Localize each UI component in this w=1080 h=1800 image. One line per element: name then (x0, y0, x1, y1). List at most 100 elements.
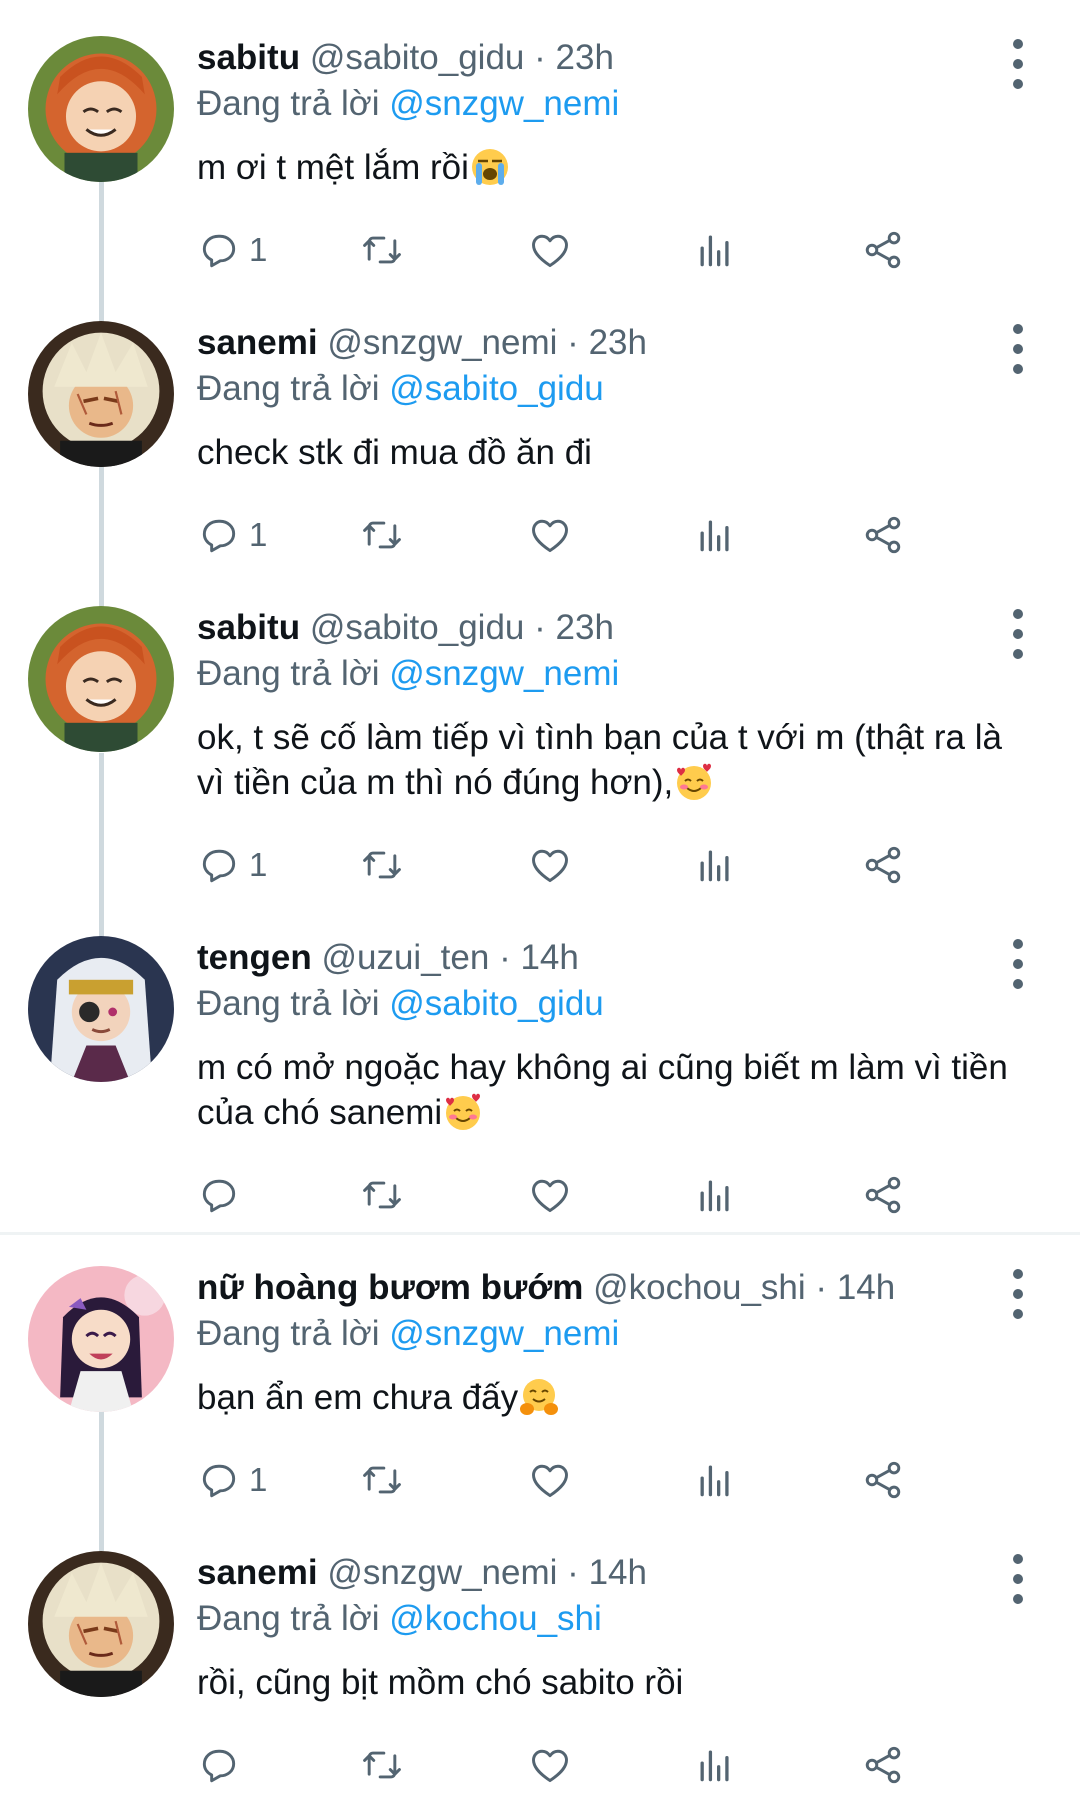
tweet-header: sabitu @sabito_gidu · 23h (197, 36, 614, 80)
views-icon (700, 520, 729, 552)
user-handle[interactable]: @sabito_gidu (310, 608, 525, 647)
share-button[interactable] (861, 222, 905, 278)
tweet-text: ok, t sẽ cố làm tiếp vì tình bạn của t v… (197, 715, 1027, 805)
reply-button[interactable] (197, 1737, 249, 1793)
user-handle[interactable]: @uzui_ten (321, 938, 489, 977)
reply-mention-link[interactable]: @snzgw_nemi (389, 1314, 619, 1353)
replying-to: Đang trả lời @sabito_gidu (197, 982, 604, 1026)
like-icon (532, 519, 568, 553)
reply-button[interactable]: 1 (197, 507, 267, 563)
share-button[interactable] (861, 507, 905, 563)
reply-button[interactable]: 1 (197, 222, 267, 278)
tweet[interactable]: nữ hoàng bươm bướm @kochou_shi · 14h Đan… (0, 1230, 1080, 1515)
replying-to: Đang trả lời @sabito_gidu (197, 367, 604, 411)
retweet-button[interactable] (360, 507, 404, 563)
user-handle[interactable]: @sabito_gidu (310, 38, 525, 77)
avatar[interactable] (28, 321, 174, 467)
more-options-icon[interactable] (1000, 1549, 1036, 1609)
views-button[interactable] (693, 222, 737, 278)
user-handle[interactable]: @kochou_shi (593, 1268, 806, 1307)
avatar[interactable] (28, 36, 174, 182)
views-button[interactable] (693, 1167, 737, 1223)
avatar[interactable] (28, 936, 174, 1082)
display-name[interactable]: sanemi (197, 1553, 318, 1592)
retweet-icon (363, 521, 401, 549)
shinobu-avatar (28, 1266, 174, 1412)
share-button[interactable] (861, 1452, 905, 1508)
views-button[interactable] (693, 1737, 737, 1793)
retweet-button[interactable] (360, 837, 404, 893)
views-button[interactable] (693, 507, 737, 563)
user-handle[interactable]: @snzgw_nemi (327, 1553, 557, 1592)
tweet[interactable]: tengen @uzui_ten · 14h Đang trả lời @sab… (0, 900, 1080, 1230)
timestamp[interactable]: 23h (556, 608, 614, 647)
more-options-icon[interactable] (1000, 604, 1036, 664)
like-icon (532, 1464, 568, 1498)
replying-to: Đang trả lời @kochou_shi (197, 1597, 602, 1641)
timestamp[interactable]: 14h (589, 1553, 647, 1592)
reply-count: 1 (249, 1461, 268, 1498)
more-options-icon[interactable] (1000, 934, 1036, 994)
tweet[interactable]: sabitu @sabito_gidu · 23h Đang trả lời @… (0, 570, 1080, 900)
avatar[interactable] (28, 1266, 174, 1412)
more-options-icon[interactable] (1000, 319, 1036, 379)
retweet-button[interactable] (360, 1167, 404, 1223)
like-button[interactable] (528, 1452, 572, 1508)
like-button[interactable] (528, 507, 572, 563)
reply-icon (202, 1464, 236, 1498)
tweet-text-content: ok, t sẽ cố làm tiếp vì tình bạn của t v… (197, 718, 1002, 802)
retweet-button[interactable] (360, 222, 404, 278)
display-name[interactable]: sabitu (197, 38, 300, 77)
timestamp[interactable]: 23h (589, 323, 647, 362)
tweet-actions: 1 (197, 837, 1027, 893)
reply-mention-link[interactable]: @kochou_shi (389, 1599, 602, 1638)
reply-button[interactable]: 1 (197, 1452, 267, 1508)
like-button[interactable] (528, 1167, 572, 1223)
user-handle[interactable]: @snzgw_nemi (327, 323, 557, 362)
retweet-icon (363, 1466, 401, 1494)
reply-button[interactable]: 1 (197, 837, 267, 893)
reply-mention-link[interactable]: @sabito_gidu (389, 984, 604, 1023)
retweet-button[interactable] (360, 1737, 404, 1793)
views-button[interactable] (693, 837, 737, 893)
avatar[interactable] (28, 1551, 174, 1697)
tweet[interactable]: sabitu @sabito_gidu · 23h Đang trả lời @… (0, 0, 1080, 285)
tweet[interactable]: sanemi @snzgw_nemi · 14h Đang trả lời @k… (0, 1515, 1080, 1800)
share-button[interactable] (861, 837, 905, 893)
reply-mention-link[interactable]: @snzgw_nemi (389, 654, 619, 693)
like-button[interactable] (528, 1737, 572, 1793)
like-icon (532, 234, 568, 268)
reply-count: 1 (249, 846, 268, 883)
more-options-icon[interactable] (1000, 34, 1036, 94)
tweet-text: bạn ẩn em chưa đấy (197, 1375, 1027, 1420)
tweet-actions: 1 (197, 222, 1027, 278)
display-name[interactable]: nữ hoàng bươm bướm (197, 1268, 583, 1307)
replying-label: Đang trả lời (197, 84, 380, 123)
like-button[interactable] (528, 222, 572, 278)
tweet[interactable]: sanemi @snzgw_nemi · 23h Đang trả lời @s… (0, 285, 1080, 570)
avatar[interactable] (28, 606, 174, 752)
timestamp[interactable]: 23h (556, 38, 614, 77)
like-button[interactable] (528, 837, 572, 893)
tweet-text: m ơi t mệt lắm rồi (197, 145, 1027, 190)
timestamp[interactable]: 14h (520, 938, 578, 977)
reply-mention-link[interactable]: @snzgw_nemi (389, 84, 619, 123)
retweet-button[interactable] (360, 1452, 404, 1508)
reply-button[interactable] (197, 1167, 249, 1223)
more-options-icon[interactable] (1000, 1264, 1036, 1324)
display-name[interactable]: sabitu (197, 608, 300, 647)
display-name[interactable]: tengen (197, 938, 312, 977)
replying-to: Đang trả lời @snzgw_nemi (197, 652, 619, 696)
share-button[interactable] (861, 1167, 905, 1223)
reply-count: 1 (249, 516, 268, 553)
retweet-icon (363, 236, 401, 264)
reply-mention-link[interactable]: @sabito_gidu (389, 369, 604, 408)
timestamp[interactable]: 14h (837, 1268, 895, 1307)
views-icon (700, 1750, 729, 1782)
tweet-text: rồi, cũng bịt mồm chó sabito rồi (197, 1660, 1027, 1705)
share-button[interactable] (861, 1737, 905, 1793)
display-name[interactable]: sanemi (197, 323, 318, 362)
like-icon (532, 849, 568, 883)
views-button[interactable] (693, 1452, 737, 1508)
share-icon (865, 231, 901, 269)
